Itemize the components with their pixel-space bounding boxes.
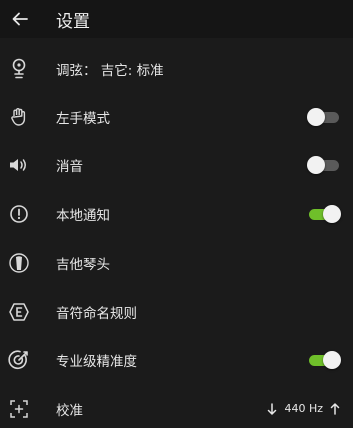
setting-label: 音符命名规则 bbox=[56, 305, 137, 322]
toggle-thumb bbox=[307, 155, 325, 174]
mute-toggle[interactable] bbox=[307, 155, 341, 175]
setting-label: 调弦： 吉它: 标准 bbox=[56, 62, 164, 79]
calibration-control: 440 Hz bbox=[266, 402, 341, 416]
setting-mute[interactable]: 消音 bbox=[0, 140, 353, 189]
speaker-icon bbox=[8, 154, 30, 176]
app-bar: 设置 bbox=[0, 0, 353, 38]
setting-calibration: 校准 440 Hz bbox=[0, 384, 353, 428]
pro-accuracy-toggle[interactable] bbox=[307, 350, 341, 370]
tuning-peg-icon bbox=[8, 58, 30, 80]
setting-label: 专业级精准度 bbox=[56, 353, 137, 370]
toggle-thumb bbox=[323, 350, 341, 369]
local-notifications-toggle[interactable] bbox=[307, 204, 341, 224]
note-e-icon bbox=[8, 301, 30, 323]
arrow-left-icon bbox=[12, 12, 28, 26]
toggle-thumb bbox=[323, 204, 341, 223]
setting-left-hand-mode[interactable]: 左手模式 bbox=[0, 92, 353, 141]
setting-local-notifications[interactable]: 本地通知 bbox=[0, 189, 353, 238]
toggle-thumb bbox=[307, 107, 325, 126]
crosshair-icon bbox=[8, 398, 30, 420]
decrease-frequency-button[interactable] bbox=[266, 402, 278, 416]
arrow-down-icon bbox=[268, 402, 277, 415]
setting-label: 本地通知 bbox=[56, 207, 110, 224]
setting-label: 吉他琴头 bbox=[56, 256, 110, 273]
back-button[interactable] bbox=[0, 0, 40, 38]
settings-screen: 设置 调弦： 吉它: 标准 左手模式 消音 本地通知 吉他琴头 音符命名规则 专… bbox=[0, 0, 353, 428]
setting-label: 消音 bbox=[56, 158, 83, 175]
calibration-value: 440 Hz bbox=[284, 402, 323, 415]
target-icon bbox=[8, 349, 30, 371]
setting-headstock[interactable]: 吉他琴头 bbox=[0, 238, 353, 287]
setting-pro-accuracy[interactable]: 专业级精准度 bbox=[0, 335, 353, 384]
headstock-icon bbox=[8, 252, 30, 274]
left-hand-mode-toggle[interactable] bbox=[307, 107, 341, 127]
setting-tuning[interactable]: 调弦： 吉它: 标准 bbox=[0, 44, 353, 93]
page-title: 设置 bbox=[56, 11, 90, 32]
increase-frequency-button[interactable] bbox=[329, 402, 341, 416]
arrow-up-icon bbox=[330, 402, 340, 415]
setting-label: 左手模式 bbox=[56, 110, 110, 127]
hand-icon bbox=[8, 106, 30, 128]
alert-circle-icon bbox=[8, 203, 30, 225]
setting-label: 校准 bbox=[56, 402, 83, 419]
setting-note-naming[interactable]: 音符命名规则 bbox=[0, 287, 353, 336]
